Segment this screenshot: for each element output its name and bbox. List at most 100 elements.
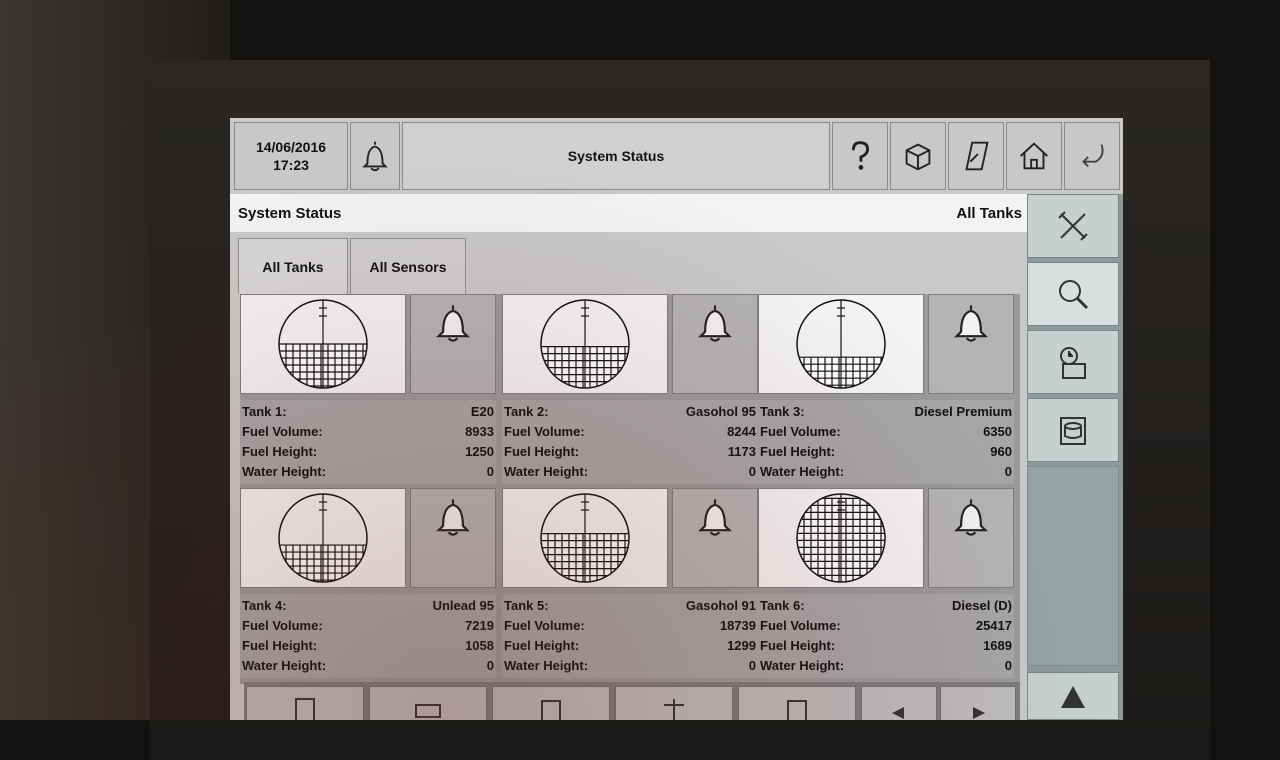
tank-info-row: Water Height: 0 — [760, 462, 1012, 482]
tank-gauge[interactable] — [758, 294, 924, 394]
tank-gauge[interactable] — [240, 294, 406, 394]
water-height-label: Water Height: — [242, 658, 327, 673]
water-height-label: Water Height: — [242, 464, 327, 479]
tank-panel[interactable]: Tank 5: Gasohol 91 Fuel Volume: 18739 Fuel H… — [502, 488, 758, 680]
search-icon — [1059, 280, 1089, 310]
tank-name: Tank 2: — [504, 404, 549, 419]
fuel-height-value: 1299 — [727, 638, 756, 653]
fuel-volume-label: Fuel Volume: — [242, 424, 323, 439]
fuel-height-label: Fuel Height: — [760, 444, 836, 459]
tab-all-tanks[interactable]: All Tanks — [238, 238, 348, 294]
bell-icon — [362, 141, 388, 172]
page-title-bar: System Status All Tanks — [230, 194, 1030, 232]
fuel-height-value: 1058 — [465, 638, 494, 653]
tank-alarm-button[interactable] — [410, 294, 496, 394]
bell-icon — [698, 499, 732, 536]
note-button[interactable] — [948, 122, 1004, 190]
tank-info-row: Tank 5: Gasohol 91 — [504, 596, 756, 616]
fuel-height-value: 1173 — [727, 444, 756, 459]
tank-grid: Tank 1: E20 Fuel Volume: 8933 Fuel Height: 12… — [240, 294, 1020, 684]
tank-panel[interactable]: Tank 2: Gasohol 95 Fuel Volume: 8244 Fuel He… — [502, 294, 758, 486]
date-time-display: 14/06/2016 17:23 — [234, 122, 348, 190]
scale-icon — [664, 699, 684, 720]
sidebar-empty-panel — [1027, 466, 1119, 666]
tools-button[interactable] — [1027, 194, 1119, 258]
tank-alarm-button[interactable] — [410, 488, 496, 588]
clock-report-button[interactable] — [1027, 330, 1119, 394]
tank-gauge[interactable] — [240, 488, 406, 588]
tank-gauge[interactable] — [502, 488, 668, 588]
tank-info: Tank 4: Unlead 95 Fuel Volume: 7219 Fuel Hei… — [240, 594, 496, 678]
tank-panel[interactable]: Tank 4: Unlead 95 Fuel Volume: 7219 Fuel Hei… — [240, 488, 496, 680]
alarm-button[interactable] — [350, 122, 400, 190]
fuel-volume-value: 8244 — [727, 424, 756, 439]
home-button[interactable] — [1006, 122, 1062, 190]
tank-info-row: Tank 4: Unlead 95 — [242, 596, 494, 616]
search-button[interactable] — [1027, 262, 1119, 326]
tank-alarm-button[interactable] — [928, 294, 1014, 394]
tank-alarm-button[interactable] — [928, 488, 1014, 588]
tank-info-row: Fuel Volume: 18739 — [504, 616, 756, 636]
tank-level-icon — [540, 493, 630, 583]
document-button[interactable] — [246, 686, 364, 720]
tank-name: Tank 5: — [504, 598, 549, 613]
delivery-button[interactable] — [492, 686, 610, 720]
tools-icon — [1058, 211, 1088, 241]
tank-panel[interactable]: Tank 3: Diesel Premium Fuel Volume: 6350 Fue… — [758, 294, 1014, 486]
tank-name: Tank 6: — [760, 598, 805, 613]
fuel-volume-label: Fuel Volume: — [760, 424, 841, 439]
water-height-value: 0 — [1004, 658, 1012, 673]
tank-product: Unlead 95 — [432, 598, 494, 613]
time-text: 17:23 — [273, 157, 309, 173]
back-icon — [1082, 144, 1104, 168]
fuel-height-label: Fuel Height: — [504, 638, 580, 653]
tab-all-sensors[interactable]: All Sensors — [350, 238, 466, 294]
tank-name: Tank 3: — [760, 404, 805, 419]
tank-panel[interactable]: Tank 6: Diesel (D) Fuel Volume: 25417 Fuel H… — [758, 488, 1014, 680]
header-title: System Status — [402, 122, 830, 190]
tank-product: Diesel Premium — [914, 404, 1012, 419]
bell-icon — [698, 305, 732, 342]
tank-panel[interactable]: Tank 1: E20 Fuel Volume: 8933 Fuel Height: 12… — [240, 294, 496, 486]
tank-alarm-button[interactable] — [672, 294, 758, 394]
package-button[interactable] — [890, 122, 946, 190]
database-icon — [1060, 417, 1086, 445]
truck-button[interactable] — [369, 686, 487, 720]
tank-info-row: Tank 6: Diesel (D) — [760, 596, 1012, 616]
next-button[interactable] — [940, 686, 1016, 720]
tank-info-row: Water Height: 0 — [242, 462, 494, 482]
tank-info-row: Tank 1: E20 — [242, 402, 494, 422]
tank-product: Gasohol 95 — [685, 404, 756, 419]
tank-info-row: Fuel Height: 1173 — [504, 442, 756, 462]
tank-name: Tank 4: — [242, 598, 287, 613]
bell-icon — [954, 499, 988, 536]
back-button[interactable] — [1064, 122, 1120, 190]
tank-level-icon — [540, 299, 630, 389]
arrow-right-icon — [973, 707, 985, 719]
scale-report-button[interactable] — [738, 686, 856, 720]
water-height-value: 0 — [1004, 464, 1012, 479]
tank-info-row: Fuel Height: 1058 — [242, 636, 494, 656]
clock-report-icon — [1060, 347, 1086, 379]
tank-gauge[interactable] — [502, 294, 668, 394]
tank-info-row: Water Height: 0 — [242, 656, 494, 676]
sidebar — [1027, 194, 1123, 720]
fuel-volume-label: Fuel Volume: — [504, 618, 585, 633]
previous-button[interactable] — [861, 686, 937, 720]
tank-product: Diesel (D) — [952, 598, 1012, 613]
database-button[interactable] — [1027, 398, 1119, 462]
tank-info-row: Tank 2: Gasohol 95 — [504, 402, 756, 422]
tank-gauge[interactable] — [758, 488, 924, 588]
fuel-volume-value: 25417 — [975, 618, 1012, 633]
tank-info-row: Water Height: 0 — [760, 656, 1012, 676]
fuel-height-value: 1689 — [983, 638, 1012, 653]
help-button[interactable] — [832, 122, 888, 190]
tank-level-icon — [278, 493, 368, 583]
scroll-up-button[interactable] — [1027, 672, 1119, 720]
help-icon — [851, 141, 870, 170]
tank-alarm-button[interactable] — [672, 488, 758, 588]
tank-info-row: Tank 3: Diesel Premium — [760, 402, 1012, 422]
fuel-height-label: Fuel Height: — [504, 444, 580, 459]
scale-button[interactable] — [615, 686, 733, 720]
home-icon — [1020, 142, 1048, 170]
